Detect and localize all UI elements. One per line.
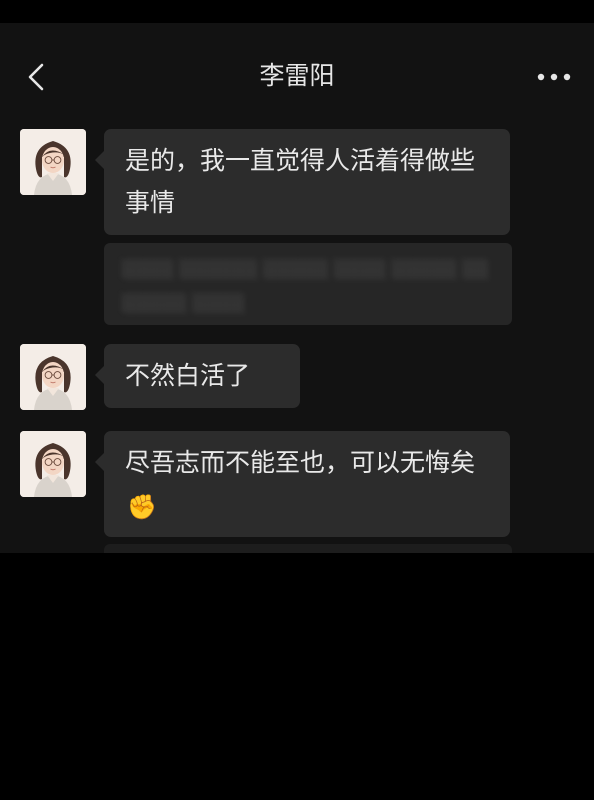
message-bubble[interactable]: 尽吾志而不能至也，可以无悔矣 ✊ (95, 431, 510, 537)
message-bubble[interactable]: 不然白活了 (95, 344, 300, 408)
more-button[interactable] (532, 63, 576, 91)
chat-title: 李雷阳 (259, 61, 335, 90)
avatar[interactable] (20, 344, 86, 410)
avatar[interactable] (20, 431, 86, 497)
woman-avatar-icon (20, 431, 86, 497)
message-text: 尽吾志而不能至也，可以无悔矣 (125, 448, 476, 477)
woman-avatar-icon (20, 129, 86, 195)
chevron-left-icon (28, 63, 44, 91)
message-bubble[interactable]: 是的，我一直觉得人活着得做些事情 (95, 129, 510, 235)
message-text: 不然白活了 (125, 361, 251, 390)
chat-window: 李雷阳 是的，我一直觉得人活着得做些事情 ░░░░ ░░░░░░ ░░░░░ ░… (0, 23, 594, 553)
more-horizontal-icon (537, 73, 571, 81)
blurred-message: ░░░░ ░░░░░░ ░░░░░ (104, 544, 512, 553)
blurred-content: ░░░░ ░░░░░░ ░░░░░ ░░░░ ░░░░░ ░░ ░░░░░ ░░… (122, 260, 489, 314)
phone-screen: 李雷阳 是的，我一直觉得人活着得做些事情 ░░░░ ░░░░░░ ░░░░░ ░… (0, 0, 594, 800)
message-text: 是的，我一直觉得人活着得做些事情 (125, 146, 476, 217)
chat-header: 李雷阳 (0, 23, 594, 133)
woman-avatar-icon (20, 344, 86, 410)
raised-fist-emoji: ✊ (127, 493, 157, 521)
avatar[interactable] (20, 129, 86, 195)
blurred-content: ░░░░ ░░░░░░ ░░░░░ (104, 544, 512, 553)
blurred-message: ░░░░ ░░░░░░ ░░░░░ ░░░░ ░░░░░ ░░ ░░░░░ ░░… (104, 243, 512, 325)
back-button[interactable] (18, 59, 54, 95)
